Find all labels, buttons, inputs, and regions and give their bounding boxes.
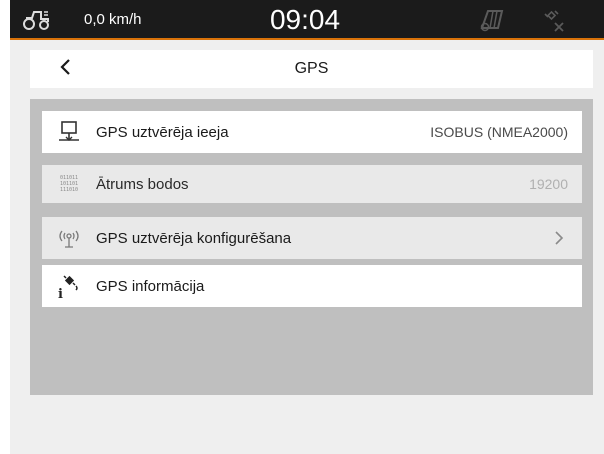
menu-item-gps-receiver-config[interactable]: GPS uztvērēja konfigurēšana — [42, 217, 582, 259]
binary-line: 111010 — [59, 187, 79, 193]
chevron-left-icon — [59, 58, 73, 81]
title-bar: GPS — [30, 50, 593, 88]
menu-item-baud-rate: 011011 101101 111010 Ātrums bodos 19200 — [42, 165, 582, 203]
menu-item-gps-receiver-input[interactable]: GPS uztvērēja ieeja ISOBUS (NMEA2000) — [42, 111, 582, 153]
menu-item-gps-info[interactable]: i GPS informācija — [42, 265, 582, 307]
status-bar: 0,0 km/h 09:04 — [10, 0, 604, 40]
speed-readout: 0,0 km/h — [84, 11, 142, 28]
field-icon[interactable] — [478, 8, 506, 37]
device-screen: 0,0 km/h 09:04 GPS GPS uztvērēja ieeja I… — [10, 0, 604, 454]
receiver-input-icon — [42, 111, 96, 153]
settings-panel: GPS uztvērēja ieeja ISOBUS (NMEA2000) 01… — [30, 99, 593, 395]
binary-data-icon: 011011 101101 111010 — [42, 163, 96, 205]
chevron-right-icon — [554, 230, 582, 246]
antenna-icon — [42, 217, 96, 259]
status-accent-line — [10, 38, 604, 40]
gps-info-icon: i — [42, 265, 96, 307]
clock: 09:04 — [269, 4, 341, 35]
menu-item-label: GPS uztvērēja konfigurēšana — [96, 229, 292, 247]
tractor-icon[interactable] — [22, 9, 52, 36]
back-button[interactable] — [30, 50, 102, 88]
menu-item-label: Ātrums bodos — [96, 175, 189, 193]
page-title: GPS — [294, 60, 329, 77]
menu-item-value: 19200 — [529, 176, 568, 192]
menu-item-value: ISOBUS (NMEA2000) — [430, 124, 568, 140]
svg-text:i: i — [58, 287, 63, 300]
menu-item-label: GPS informācija — [96, 277, 205, 295]
gps-disabled-icon[interactable] — [540, 8, 566, 39]
menu-item-label: GPS uztvērēja ieeja — [96, 123, 229, 141]
